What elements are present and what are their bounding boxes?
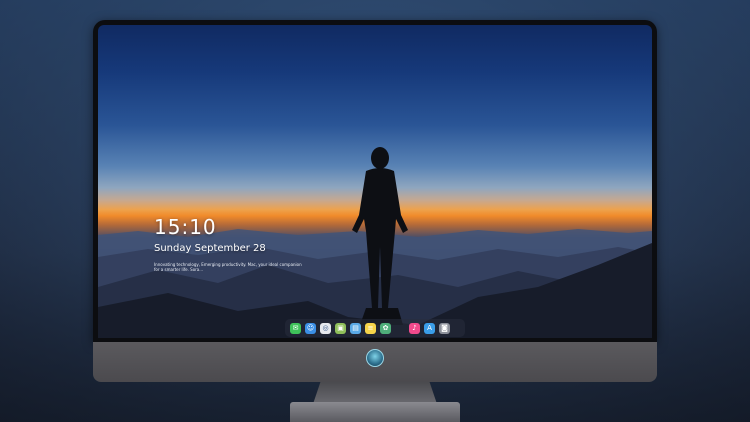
messages-icon[interactable]: ✉ bbox=[290, 322, 301, 334]
lock-date: Sunday September 28 bbox=[154, 243, 266, 254]
lock-screen[interactable]: 15:10 Sunday September 28 Innovating tec… bbox=[98, 25, 652, 338]
monitor-bezel: 15:10 Sunday September 28 Innovating tec… bbox=[93, 20, 657, 342]
brand-logo-icon bbox=[366, 349, 384, 367]
camera-icon[interactable]: ◙ bbox=[439, 322, 450, 334]
photos-icon[interactable]: ✿ bbox=[380, 322, 391, 334]
app-store-icon[interactable]: A bbox=[424, 322, 435, 334]
clapper-icon[interactable]: ▤ bbox=[350, 322, 361, 334]
notes-icon[interactable]: ≡ bbox=[365, 322, 376, 334]
imac-monitor: 15:10 Sunday September 28 Innovating tec… bbox=[93, 20, 657, 382]
finder-icon[interactable]: ☺ bbox=[305, 322, 316, 334]
preview-icon[interactable]: ▣ bbox=[335, 322, 346, 334]
wallpaper-landscape bbox=[98, 147, 652, 338]
monitor-stand-neck bbox=[313, 382, 437, 404]
safari-icon[interactable]: ◎ bbox=[320, 322, 331, 334]
music-icon[interactable]: ♪ bbox=[409, 322, 420, 334]
monitor-stand-base bbox=[290, 402, 460, 422]
dock: ✉ ☺ ◎ ▣ ▤ ≡ ✿ ♪ A ◙ bbox=[285, 319, 465, 337]
lock-tagline: Innovating technology, Emerging producti… bbox=[154, 262, 302, 272]
lock-clock: 15:10 bbox=[154, 215, 217, 239]
